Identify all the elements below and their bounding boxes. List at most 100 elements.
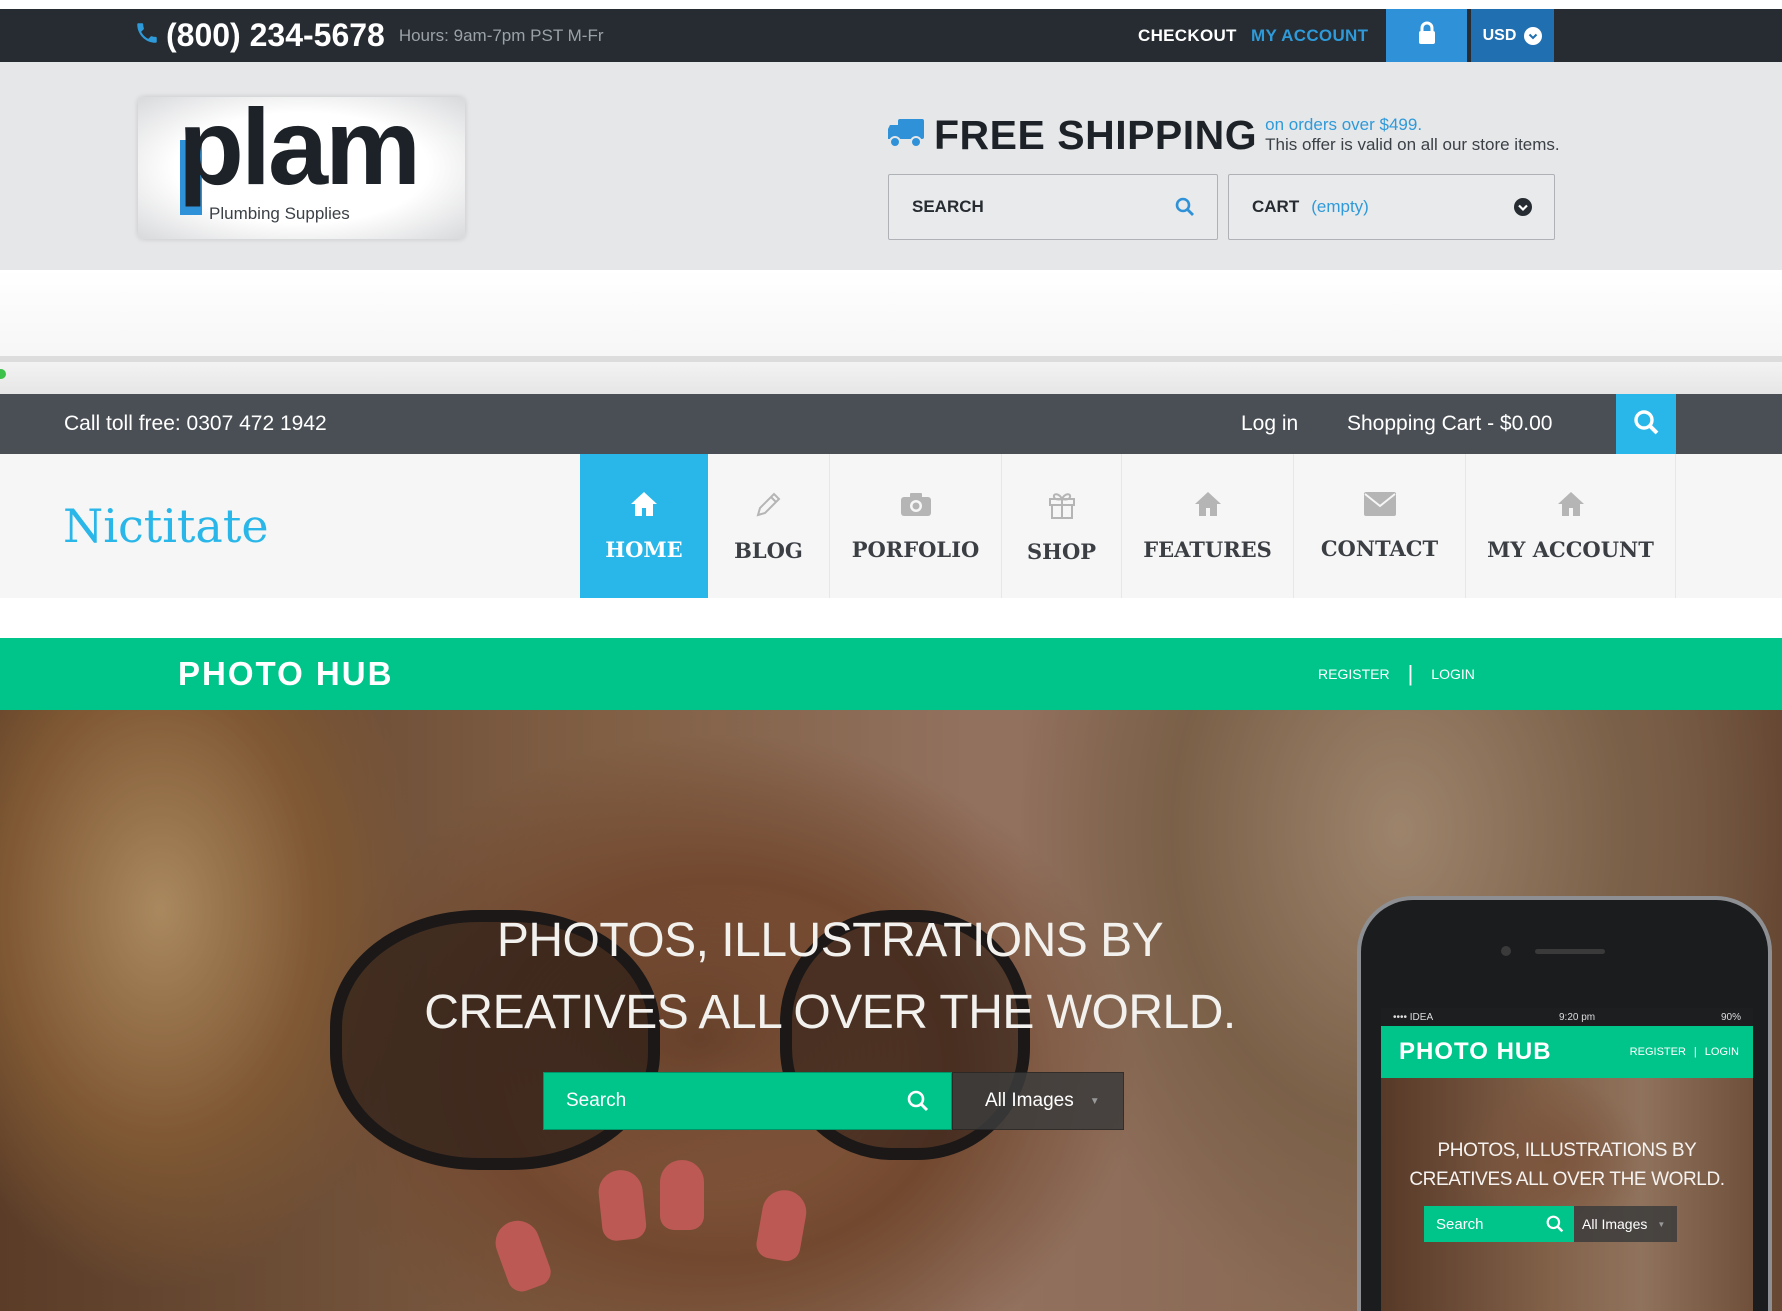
nav-item-shop[interactable]: SHOP <box>1002 454 1122 598</box>
shipping-note: This offer is valid on all our store ite… <box>1265 135 1560 154</box>
phone-image-type-dropdown: All Images ▼ <box>1574 1206 1677 1242</box>
free-shipping-banner: FREE SHIPPING on orders over $499. This … <box>886 110 1560 160</box>
phone-search-placeholder: Search <box>1436 1215 1484 1233</box>
gift-icon <box>1047 488 1077 525</box>
phone-header: PHOTO HUB REGISTER | LOGIN <box>1381 1026 1753 1078</box>
search-input[interactable]: Search <box>543 1072 952 1130</box>
lock-icon <box>1417 21 1437 50</box>
home-icon <box>1556 490 1586 523</box>
photohub-header: PHOTO HUB REGISTER | LOGIN <box>0 638 1782 710</box>
nav-label: HOME <box>605 537 683 562</box>
divider-band <box>0 362 1782 394</box>
phone-number[interactable]: (800) 234-5678 <box>166 17 385 54</box>
phone-screen: •••• IDEA 9:20 pm 90% PHOTO HUB REGISTER… <box>1381 1008 1753 1311</box>
login-link[interactable]: Log in <box>1241 394 1298 454</box>
camera-icon <box>899 490 933 523</box>
shopping-cart-link[interactable]: Shopping Cart - $0.00 <box>1347 394 1552 454</box>
my-account-link[interactable]: MY ACCOUNT <box>1251 9 1368 62</box>
search-icon[interactable] <box>907 1073 929 1129</box>
login-link[interactable]: LOGIN <box>1431 666 1475 682</box>
logo-tagline: Plumbing Supplies <box>209 204 350 223</box>
phone-headline-line-1: PHOTOS, ILLUSTRATIONS BY <box>1437 1140 1697 1161</box>
phone-hero: PHOTOS, ILLUSTRATIONS BY CREATIVES ALL O… <box>1381 1078 1753 1311</box>
phone-login-link: LOGIN <box>1704 1046 1739 1058</box>
chevron-down-icon <box>1524 26 1543 45</box>
section-gap <box>0 598 1782 638</box>
home-icon <box>1193 490 1223 523</box>
dropdown-value: All Images <box>985 1090 1074 1111</box>
search-label: SEARCH <box>912 197 984 216</box>
phone-logo: PHOTO HUB <box>1399 1038 1552 1065</box>
plam-header: plam Plumbing Supplies FREE SHIPPING on … <box>0 62 1782 270</box>
image-type-dropdown[interactable]: All Images ▼ <box>952 1072 1124 1130</box>
truck-icon <box>886 117 926 154</box>
cart-dropdown[interactable]: CART (empty) <box>1228 174 1555 240</box>
nav-item-my-account[interactable]: MY ACCOUNT <box>1466 454 1676 598</box>
envelope-icon <box>1363 491 1397 522</box>
caret-down-icon: ▼ <box>1657 1219 1666 1229</box>
nav-label: CONTACT <box>1320 536 1439 561</box>
nav-item-contact[interactable]: CONTACT <box>1294 454 1466 598</box>
phone-headline: PHOTOS, ILLUSTRATIONS BY CREATIVES ALL O… <box>1391 1136 1743 1194</box>
nav-label: BLOG <box>734 538 803 563</box>
phone-clock: 9:20 pm <box>1558 1011 1596 1023</box>
shipping-title: FREE SHIPPING <box>934 111 1258 158</box>
battery-level: 90% <box>1720 1011 1741 1023</box>
hero-banner: PHOTOS, ILLUSTRATIONS BY CREATIVES ALL O… <box>0 710 1782 1311</box>
toll-free-number: Call toll free: 0307 472 1942 <box>64 412 327 435</box>
hero-headline-line-2: CREATIVES ALL OVER THE WORLD. <box>424 986 1236 1039</box>
nav-label: SHOP <box>1026 539 1097 564</box>
search-button[interactable] <box>1616 394 1676 454</box>
phone-search-input: Search <box>1424 1206 1574 1242</box>
phone-headline-line-2: CREATIVES ALL OVER THE WORLD. <box>1409 1169 1725 1190</box>
phone-status-bar: •••• IDEA 9:20 pm 90% <box>1381 1008 1753 1026</box>
nictitate-logo[interactable]: Nictitate <box>63 454 269 598</box>
login-button[interactable] <box>1386 9 1467 62</box>
phone-mockup: •••• IDEA 9:20 pm 90% PHOTO HUB REGISTER… <box>1357 896 1772 1311</box>
store-hours: Hours: 9am-7pm PST M-Fr <box>398 25 604 45</box>
search-icon <box>1546 1206 1564 1242</box>
search-placeholder: Search <box>566 1090 627 1111</box>
nav-item-blog[interactable]: BLOG <box>708 454 830 598</box>
phone-auth-links: REGISTER | LOGIN <box>1630 1026 1739 1078</box>
cart-status: (empty) <box>1311 197 1369 216</box>
hero-headline-line-1: PHOTOS, ILLUSTRATIONS BY <box>496 914 1164 967</box>
link-separator: | <box>1407 661 1414 686</box>
search-input[interactable]: SEARCH <box>888 174 1218 240</box>
checkout-link[interactable]: CHECKOUT <box>1138 9 1237 62</box>
plam-phone-contact: (800) 234-5678 Hours: 9am-7pm PST M-Fr <box>134 9 604 62</box>
phone-register-link: REGISTER <box>1629 1046 1686 1058</box>
photohub-logo[interactable]: PHOTO HUB <box>178 638 393 710</box>
phone-icon <box>134 20 160 51</box>
hero-headline: PHOTOS, ILLUSTRATIONS BY CREATIVES ALL O… <box>380 905 1280 1049</box>
nav-item-home[interactable]: HOME <box>580 454 708 598</box>
search-icon[interactable] <box>1175 175 1195 239</box>
nav-label: PORFOLIO <box>851 537 980 562</box>
caret-down-icon: ▼ <box>1089 1095 1100 1107</box>
cart-title: CART <box>1252 197 1300 216</box>
shipping-threshold: on orders over $499. <box>1265 115 1423 135</box>
nav-item-features[interactable]: FEATURES <box>1122 454 1294 598</box>
plam-logo[interactable]: plam Plumbing Supplies <box>138 93 465 239</box>
currency-label: USD <box>1482 26 1517 44</box>
phone-link-separator: | <box>1693 1046 1697 1058</box>
register-link[interactable]: REGISTER <box>1318 666 1390 682</box>
search-icon <box>1632 408 1660 441</box>
cart-label: CART (empty) <box>1252 175 1369 239</box>
chevron-down-icon <box>1514 175 1532 239</box>
nav-label: MY ACCOUNT <box>1487 537 1654 562</box>
carrier-signal: •••• IDEA <box>1393 1011 1434 1023</box>
nictitate-topbar: Call toll free: 0307 472 1942 Log in Sho… <box>0 394 1782 454</box>
currency-selector[interactable]: USD <box>1471 9 1554 62</box>
nav-item-portfolio[interactable]: PORFOLIO <box>830 454 1002 598</box>
home-icon <box>629 490 659 523</box>
phone-speaker <box>1535 949 1605 954</box>
auth-links: REGISTER | LOGIN <box>1318 638 1475 710</box>
pencil-icon <box>754 489 784 524</box>
section-divider <box>0 270 1782 356</box>
phone-camera <box>1501 946 1511 956</box>
nav-label: FEATURES <box>1143 537 1272 562</box>
phone-dropdown-value: All Images <box>1582 1216 1648 1232</box>
nictitate-navbar: Nictitate HOME BLOG PORFOLIO SHOP FEATUR… <box>0 454 1782 598</box>
logo-wordmark: plam <box>178 86 421 207</box>
